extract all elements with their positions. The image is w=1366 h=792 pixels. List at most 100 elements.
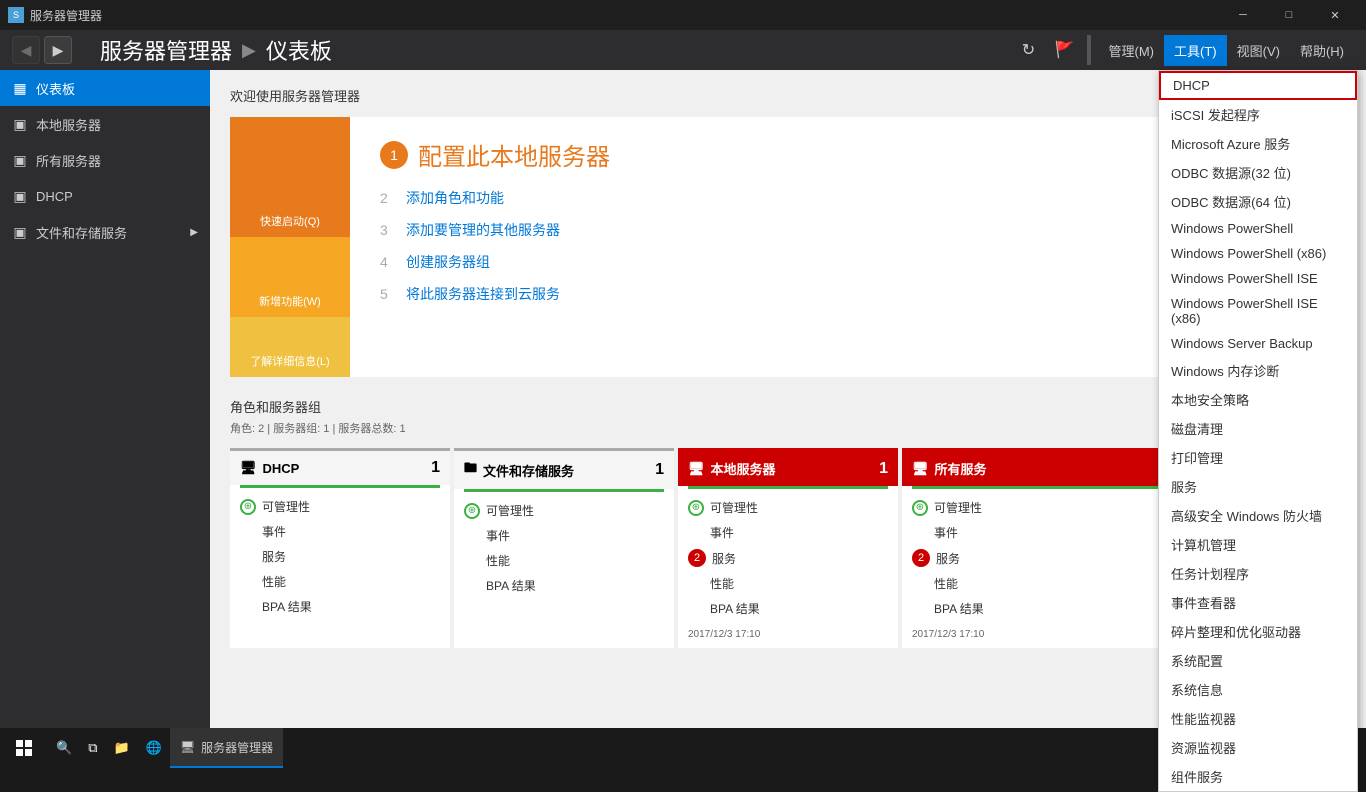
dropdown-item-powershell-ise-x86[interactable]: Windows PowerShell ISE (x86) <box>1159 291 1357 331</box>
dashboard-icon: ▦ <box>12 80 28 96</box>
tile-quick-start[interactable]: 快速启动(Q) <box>230 117 350 237</box>
dropdown-item-powershell-ise[interactable]: Windows PowerShell ISE <box>1159 266 1357 291</box>
dropdown-item-firewall[interactable]: 高级安全 Windows 防火墙 <box>1159 501 1357 530</box>
sidebar-item-label: 本地服务器 <box>36 115 101 134</box>
dropdown-item-task-scheduler[interactable]: 任务计划程序 <box>1159 559 1357 588</box>
fs-events[interactable]: 事件 <box>454 523 674 548</box>
dropdown-item-sys-config[interactable]: 系统配置 <box>1159 646 1357 675</box>
dropdown-item-perf-monitor[interactable]: 性能监视器 <box>1159 704 1357 733</box>
local-card-icon: 🖥 <box>688 461 705 477</box>
local-green-bar <box>688 486 888 489</box>
local-performance[interactable]: 性能 <box>678 571 898 596</box>
local-server-icon: ▣ <box>12 116 28 132</box>
dhcp-services[interactable]: 服务 <box>230 544 450 569</box>
tile-learn-more-label: 了解详细信息(L) <box>250 353 329 369</box>
sidebar-item-all-servers[interactable]: ▣ 所有服务器 <box>0 142 210 178</box>
dhcp-card-icon: 🖥 <box>240 460 257 476</box>
dropdown-item-mem-diag[interactable]: Windows 内存诊断 <box>1159 356 1357 385</box>
menu-tools[interactable]: 工具(T) <box>1164 35 1227 66</box>
breadcrumb-current: 仪表板 <box>266 34 332 66</box>
taskbar-server-manager-app[interactable]: 🖥 服务器管理器 <box>170 728 283 768</box>
fs-performance[interactable]: 性能 <box>454 548 674 573</box>
local-timestamp: 2017/12/3 17:10 <box>678 621 898 644</box>
explorer-button[interactable]: 📁 <box>105 728 137 768</box>
title-bar-text: 服务器管理器 <box>30 7 102 24</box>
dhcp-green-bar <box>240 485 440 488</box>
tools-dropdown-menu: DHCP iSCSI 发起程序 Microsoft Azure 服务 ODBC … <box>1158 70 1358 792</box>
tile-quick-start-label: 快速启动(Q) <box>260 213 320 229</box>
qs-item-link-3[interactable]: 创建服务器组 <box>406 252 490 272</box>
qs-item-link-1[interactable]: 添加角色和功能 <box>406 188 504 208</box>
dropdown-item-odbc32[interactable]: ODBC 数据源(32 位) <box>1159 158 1357 187</box>
qs-item-num: 4 <box>380 254 396 270</box>
sidebar-item-dashboard[interactable]: ▦ 仪表板 <box>0 70 210 106</box>
local-manageability[interactable]: ⊕ 可管理性 <box>678 495 898 520</box>
refresh-button[interactable]: ↻ <box>1015 36 1043 64</box>
qs-number-circle: 1 <box>380 141 408 169</box>
dhcp-events[interactable]: 事件 <box>230 519 450 544</box>
role-card-header-dhcp: 🖥 DHCP 1 <box>230 451 450 485</box>
role-card-title-fs: 🖿 文件和存储服务 <box>464 459 574 481</box>
role-card-title-local: 🖥 本地服务器 <box>688 459 776 478</box>
menu-view[interactable]: 视图(V) <box>1227 35 1290 66</box>
dropdown-item-powershell[interactable]: Windows PowerShell <box>1159 216 1357 241</box>
dropdown-item-azure[interactable]: Microsoft Azure 服务 <box>1159 129 1357 158</box>
local-bpa[interactable]: BPA 结果 <box>678 596 898 621</box>
dropdown-item-powershell-x86[interactable]: Windows PowerShell (x86) <box>1159 241 1357 266</box>
dropdown-item-local-policy[interactable]: 本地安全策略 <box>1159 385 1357 414</box>
taskbar-app-icon: 🖥 <box>180 740 195 754</box>
dropdown-item-disk-cleanup[interactable]: 磁盘清理 <box>1159 414 1357 443</box>
dhcp-performance[interactable]: 性能 <box>230 569 450 594</box>
dropdown-item-resource-monitor[interactable]: 资源监视器 <box>1159 733 1357 762</box>
dhcp-manageability[interactable]: ⊕ 可管理性 <box>230 494 450 519</box>
menu-manage[interactable]: 管理(M) <box>1099 35 1165 66</box>
sidebar-item-label: 文件和存储服务 <box>36 223 127 242</box>
tile-learn-more[interactable]: 了解详细信息(L) <box>230 317 350 377</box>
green-check-icon: ⊕ <box>688 500 704 516</box>
menu-help[interactable]: 帮助(H) <box>1290 35 1354 66</box>
dropdown-item-sys-info[interactable]: 系统信息 <box>1159 675 1357 704</box>
close-button[interactable]: ✕ <box>1312 0 1358 30</box>
qs-item-link-4[interactable]: 将此服务器连接到云服务 <box>406 284 560 304</box>
ie-button[interactable]: 🌐 <box>138 728 170 768</box>
sidebar-item-file-storage[interactable]: ▣ 文件和存储服务 ▶ <box>0 214 210 250</box>
dropdown-item-print-mgmt[interactable]: 打印管理 <box>1159 443 1357 472</box>
role-card-header-fs: 🖿 文件和存储服务 1 <box>454 451 674 489</box>
role-card-header-local: 🖥 本地服务器 1 <box>678 451 898 486</box>
fs-bpa[interactable]: BPA 结果 <box>454 573 674 598</box>
fs-card-icon: 🖿 <box>464 459 477 481</box>
forward-button[interactable]: ▶ <box>44 36 72 64</box>
flag-button[interactable]: 🚩 <box>1051 36 1079 64</box>
sidebar-item-dhcp[interactable]: ▣ DHCP <box>0 178 210 214</box>
file-storage-icon: ▣ <box>12 224 28 240</box>
dropdown-item-iscsi[interactable]: iSCSI 发起程序 <box>1159 100 1357 129</box>
search-button[interactable]: 🔍 <box>48 728 80 768</box>
dropdown-item-dhcp[interactable]: DHCP <box>1159 71 1357 100</box>
menu-bar: ◀ ▶ 服务器管理器 ▶ 仪表板 ↻ 🚩 管理(M) 工具(T) 视图(V) 帮… <box>0 30 1366 70</box>
local-services[interactable]: 2 服务 <box>678 545 898 571</box>
red-badge-services: 2 <box>688 549 706 567</box>
local-events[interactable]: 事件 <box>678 520 898 545</box>
breadcrumb-separator: ▶ <box>242 40 256 61</box>
dropdown-item-component-services[interactable]: 组件服务 <box>1159 762 1357 791</box>
dropdown-item-odbc64[interactable]: ODBC 数据源(64 位) <box>1159 187 1357 216</box>
dropdown-item-wsb[interactable]: Windows Server Backup <box>1159 331 1357 356</box>
start-button[interactable] <box>0 728 48 768</box>
sidebar-item-local-server[interactable]: ▣ 本地服务器 <box>0 106 210 142</box>
dhcp-bpa[interactable]: BPA 结果 <box>230 594 450 619</box>
task-view-button[interactable]: ⧉ <box>80 728 105 768</box>
title-bar: S 服务器管理器 ─ □ ✕ <box>0 0 1366 30</box>
dropdown-item-computer-mgmt[interactable]: 计算机管理 <box>1159 530 1357 559</box>
role-card-file-storage: 🖿 文件和存储服务 1 ⊕ 可管理性 事件 <box>454 448 674 648</box>
dropdown-item-defrag[interactable]: 碎片整理和优化驱动器 <box>1159 617 1357 646</box>
taskbar-app-label: 服务器管理器 <box>201 739 273 756</box>
fs-manageability[interactable]: ⊕ 可管理性 <box>454 498 674 523</box>
green-check-icon: ⊕ <box>912 500 928 516</box>
tile-new-features[interactable]: 新增功能(W) <box>230 237 350 317</box>
back-button[interactable]: ◀ <box>12 36 40 64</box>
dropdown-item-services[interactable]: 服务 <box>1159 472 1357 501</box>
dropdown-item-event-viewer[interactable]: 事件查看器 <box>1159 588 1357 617</box>
minimize-button[interactable]: ─ <box>1220 0 1266 30</box>
maximize-button[interactable]: □ <box>1266 0 1312 30</box>
qs-item-link-2[interactable]: 添加要管理的其他服务器 <box>406 220 560 240</box>
